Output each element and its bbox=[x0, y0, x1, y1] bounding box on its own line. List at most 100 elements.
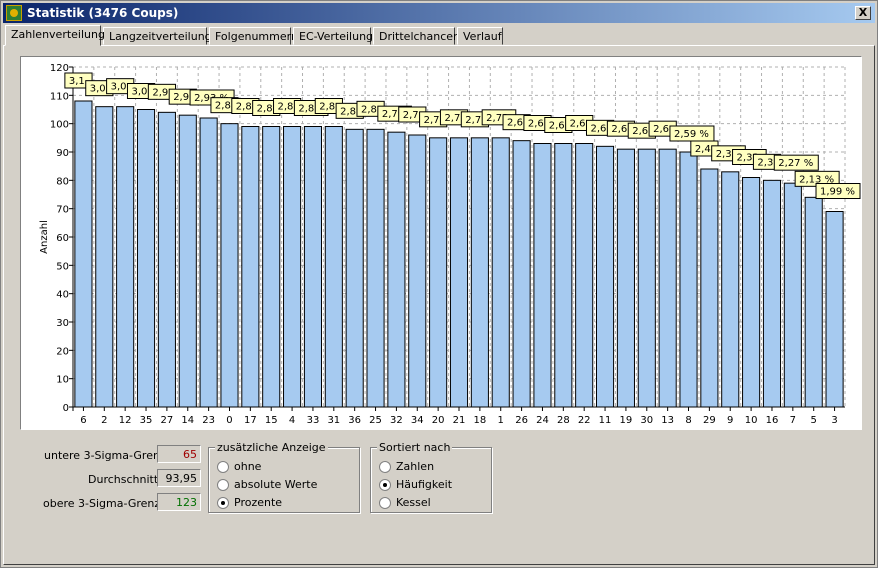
bar bbox=[324, 126, 343, 408]
radio-circle[interactable] bbox=[379, 497, 391, 509]
y-tick-label: 0 bbox=[63, 403, 69, 414]
y-tick-label: 30 bbox=[56, 318, 69, 329]
average-label: Durchschnitt bbox=[88, 473, 159, 486]
bar bbox=[157, 111, 176, 408]
tab-drittelchancen[interactable]: Drittelchancen bbox=[373, 27, 460, 45]
chart-frame: 0 10 20 30 40 50 60 70 80 90 100 110 120 Anzahl 6 2 12 35… bbox=[20, 56, 862, 430]
bar bbox=[345, 128, 364, 408]
bar bbox=[199, 117, 218, 408]
bar bbox=[283, 126, 302, 408]
upper-sigma-label: obere 3-Sigma-Grenze bbox=[43, 497, 167, 510]
title-bar[interactable]: Statistik (3476 Coups) X bbox=[3, 3, 875, 23]
tab-ec-verteilung[interactable]: EC-Verteilung bbox=[293, 27, 373, 45]
bar bbox=[449, 137, 469, 408]
radio-label: Zahlen bbox=[396, 460, 435, 473]
bar bbox=[241, 126, 260, 408]
x-tick-label: 14 bbox=[181, 415, 194, 426]
tab-zahlenverteilung[interactable]: Zahlenverteilung bbox=[5, 25, 105, 46]
data-label: 2,9 bbox=[173, 92, 189, 103]
data-label: 2,8 bbox=[340, 106, 356, 117]
data-label: 2,8 bbox=[361, 104, 377, 115]
y-tick-label: 10 bbox=[56, 375, 69, 386]
data-label: 3,1 bbox=[69, 76, 85, 87]
x-tick-label: 0 bbox=[226, 415, 232, 426]
radio-label: Häufigkeit bbox=[396, 478, 453, 491]
radio-circle[interactable] bbox=[379, 461, 391, 473]
bar bbox=[116, 106, 135, 408]
y-tick-label: 40 bbox=[56, 290, 69, 301]
data-label: 2,8 bbox=[215, 101, 231, 112]
tab-panel-zahlenverteilung: 0 10 20 30 40 50 60 70 80 90 100 110 120 Anzahl 6 2 12 35… bbox=[3, 45, 875, 565]
y-tick-label: 80 bbox=[56, 176, 69, 187]
average-value-text: 93,95 bbox=[165, 472, 198, 485]
y-tick-label: 70 bbox=[56, 205, 69, 216]
data-label: 2,8 bbox=[278, 102, 294, 113]
bar bbox=[178, 114, 197, 408]
statistik-window: Statistik (3476 Coups) X Zahlenverteilun… bbox=[0, 0, 878, 568]
bar bbox=[721, 171, 740, 408]
tab-folgenummern[interactable]: Folgenummern bbox=[209, 27, 298, 45]
x-tick-label: 28 bbox=[557, 415, 570, 426]
data-label: 2,8 bbox=[236, 102, 252, 113]
y-tick-label: 60 bbox=[56, 233, 69, 244]
bar bbox=[512, 140, 531, 408]
bar bbox=[366, 128, 385, 408]
bar bbox=[533, 143, 552, 408]
app-icon bbox=[6, 5, 22, 21]
x-tick-label: 34 bbox=[411, 415, 424, 426]
radio-circle[interactable] bbox=[217, 497, 229, 509]
y-tick-label: 20 bbox=[56, 346, 69, 357]
x-tick-label: 26 bbox=[515, 415, 528, 426]
bar bbox=[575, 143, 594, 408]
bar bbox=[262, 126, 281, 408]
bar-chart: 0102030405060708090100110120Anzahl6 2 12 35… bbox=[39, 63, 861, 426]
x-tick-label: 27 bbox=[161, 415, 174, 426]
bar bbox=[491, 137, 510, 408]
bar bbox=[595, 145, 615, 408]
x-tick-label: 8 bbox=[685, 415, 691, 426]
bar bbox=[429, 137, 448, 408]
average-value: 93,95 bbox=[157, 469, 201, 487]
x-tick-label: 30 bbox=[640, 415, 653, 426]
data-label: 2,6 bbox=[653, 124, 669, 135]
data-label: 2,6 bbox=[528, 119, 544, 130]
data-label: 2,6 bbox=[570, 119, 586, 130]
tab-langzeitverteilung[interactable]: Langzeitverteilung bbox=[103, 27, 212, 45]
close-button[interactable]: X bbox=[855, 6, 871, 20]
x-tick-label: 16 bbox=[766, 415, 779, 426]
radio-circle[interactable] bbox=[379, 479, 391, 491]
bar bbox=[554, 143, 573, 408]
x-tick-label: 4 bbox=[289, 415, 295, 426]
data-label: 2,7 bbox=[403, 110, 419, 121]
bar bbox=[637, 148, 656, 408]
bar bbox=[74, 100, 93, 408]
x-tick-label: 32 bbox=[390, 415, 403, 426]
data-label: 3,0 bbox=[131, 87, 147, 98]
display-group-title: zusätzliche Anzeige bbox=[215, 441, 328, 454]
data-label: 2,8 bbox=[319, 102, 335, 113]
bar bbox=[220, 123, 239, 408]
bar bbox=[762, 179, 782, 408]
x-tick-label: 29 bbox=[703, 415, 716, 426]
radio-circle[interactable] bbox=[217, 461, 229, 473]
window-title: Statistik (3476 Coups) bbox=[27, 6, 179, 20]
x-tick-label: 31 bbox=[327, 415, 340, 426]
radio-circle[interactable] bbox=[217, 479, 229, 491]
tab-verlauf[interactable]: Verlauf bbox=[457, 27, 503, 45]
upper-sigma-value-text: 123 bbox=[176, 496, 197, 509]
radio-label: ohne bbox=[234, 460, 262, 473]
bar bbox=[95, 106, 114, 408]
x-tick-label: 11 bbox=[599, 415, 612, 426]
data-label: 2,6 bbox=[611, 124, 627, 135]
data-label: 2,27 % bbox=[778, 158, 813, 169]
bar bbox=[742, 177, 761, 408]
bar bbox=[804, 196, 823, 408]
bar bbox=[783, 182, 802, 408]
radio-label: Kessel bbox=[396, 496, 431, 509]
x-tick-label: 5 bbox=[811, 415, 817, 426]
data-label: 2,7 bbox=[444, 113, 460, 124]
data-label: 2,6 bbox=[632, 126, 648, 137]
bar bbox=[700, 168, 719, 408]
x-tick-label: 3 bbox=[831, 415, 837, 426]
sort-group-title: Sortiert nach bbox=[377, 441, 453, 454]
